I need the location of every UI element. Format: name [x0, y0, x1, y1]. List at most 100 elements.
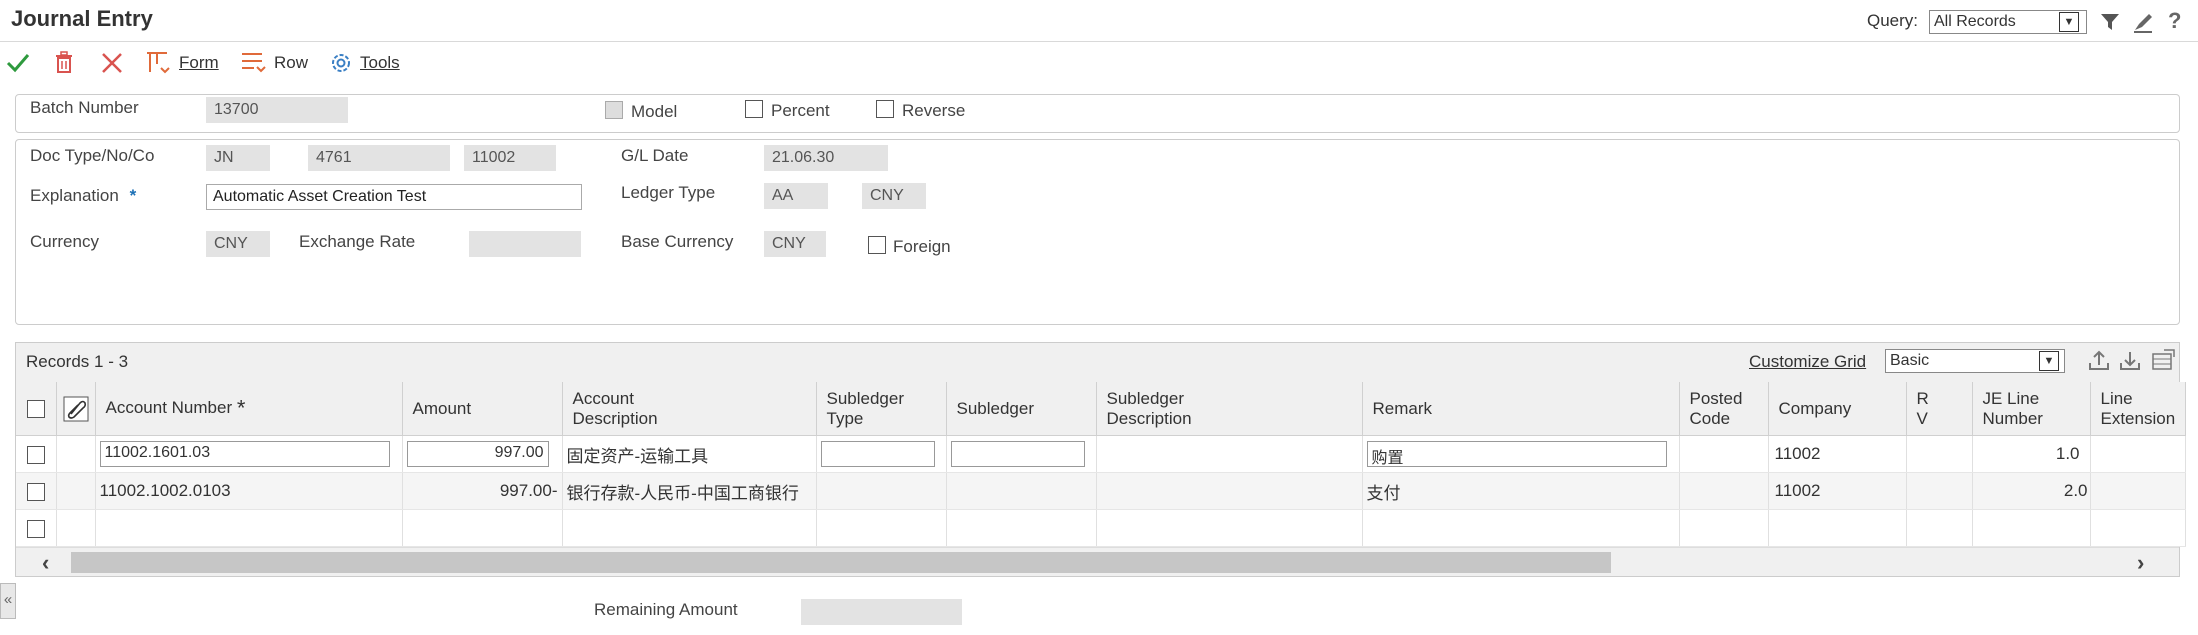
scroll-right-icon[interactable]: ›	[2137, 550, 2144, 576]
records-count: Records 1 - 3	[26, 352, 129, 371]
row-select-cell	[16, 472, 57, 510]
percent-checkbox[interactable]	[745, 100, 763, 118]
account-cell: 11002.1601.03	[95, 435, 403, 473]
col-company[interactable]: Company	[1768, 382, 1907, 436]
header-divider	[0, 41, 2198, 42]
col-je-line-number[interactable]: JE Line Number	[1972, 382, 2091, 436]
col-subledger-description[interactable]: Subledger Description	[1096, 382, 1363, 436]
explanation-input[interactable]: Automatic Asset Creation Test	[206, 184, 582, 210]
gear-icon	[332, 54, 350, 72]
table-row[interactable]: 11002.1002.0103 997.00- 银行存款-人民币-中国工商银行 …	[16, 472, 2187, 510]
exchange-rate-label: Exchange Rate	[299, 232, 416, 251]
account-cell: 11002.1002.0103	[95, 472, 403, 510]
col-label-line2: Code	[1689, 408, 1731, 428]
chevron-down-icon[interactable]: ▼	[2059, 12, 2079, 32]
foreign-checkbox[interactable]	[868, 236, 886, 254]
row-menu[interactable]: Row	[240, 50, 308, 76]
model-label: Model	[631, 102, 678, 121]
reverse-checkbox[interactable]	[876, 100, 894, 118]
col-label-line1: Account	[572, 388, 634, 408]
batch-number-field: 13700	[206, 97, 348, 123]
row-attachment-cell	[56, 509, 96, 547]
scroll-left-icon[interactable]: ‹	[42, 550, 49, 576]
query-value: All Records	[1934, 13, 2016, 30]
currency-label: Currency	[30, 232, 99, 251]
base-currency-field: CNY	[764, 231, 826, 257]
required-asterisk-icon: *	[129, 186, 137, 205]
delete-trash-icon[interactable]	[53, 50, 75, 74]
rv-cell	[1906, 472, 1973, 510]
grid-view-select[interactable]: Basic	[1885, 349, 2065, 373]
je-line-cell: 1.0	[1972, 435, 2091, 473]
tools-menu[interactable]: Tools	[328, 50, 400, 76]
grid-format-icon[interactable]	[2150, 348, 2176, 372]
attachment-icon[interactable]	[63, 396, 89, 422]
col-subledger[interactable]: Subledger	[946, 382, 1097, 436]
col-label-line1: Subledger	[1106, 388, 1185, 408]
subledger-description-cell	[1096, 509, 1363, 547]
account-description-cell	[562, 509, 817, 547]
col-remark[interactable]: Remark	[1362, 382, 1680, 436]
import-icon[interactable]	[2118, 349, 2142, 371]
subledger-input[interactable]	[950, 441, 1085, 467]
explanation-label-text: Explanation	[30, 186, 119, 205]
export-icon[interactable]	[2087, 349, 2111, 371]
company-cell: 11002	[1768, 435, 1907, 473]
cancel-x-icon[interactable]	[100, 51, 124, 75]
subledger-type-cell	[816, 472, 947, 510]
row-checkbox[interactable]	[26, 482, 45, 501]
je-line-cell: 2.0	[1972, 472, 2091, 510]
col-account-description[interactable]: Account Description	[562, 382, 817, 436]
col-account-number[interactable]: Account Number *	[95, 382, 403, 436]
remaining-amount-field	[801, 599, 962, 625]
collapse-panel-icon[interactable]: «	[0, 583, 16, 619]
subledger-cell	[946, 509, 1097, 547]
posted-code-cell	[1679, 472, 1769, 510]
account-input[interactable]: 11002.1601.03	[99, 441, 390, 467]
exchange-rate-field	[469, 231, 581, 257]
col-subledger-type[interactable]: Subledger Type	[816, 382, 947, 436]
col-label-line1: Posted	[1689, 388, 1743, 408]
doc-number-field: 4761	[308, 145, 450, 171]
subledger-type-input[interactable]	[820, 441, 935, 467]
line-extension-cell	[2090, 472, 2187, 510]
amount-input[interactable]: 997.00	[406, 441, 549, 467]
select-all-checkbox[interactable]	[26, 400, 45, 419]
row-label: Row	[274, 53, 309, 72]
col-account-number-label: Account Number	[105, 398, 233, 418]
col-label-line1: JE Line	[1982, 388, 2040, 408]
posted-code-cell	[1679, 435, 1769, 473]
remark-input[interactable]: 购置	[1366, 441, 1667, 467]
table-row[interactable]: 11002.1601.03 997.00 固定资产-运输工具 购置 11002 …	[16, 435, 2187, 473]
col-posted-code[interactable]: Posted Code	[1679, 382, 1769, 436]
scrollbar-thumb[interactable]	[71, 552, 1611, 573]
col-label-line1: R	[1916, 388, 1929, 408]
grid-view-chevron-icon[interactable]: ▼	[2039, 351, 2059, 371]
row-attachment-cell	[56, 472, 96, 510]
customize-grid-link[interactable]: Customize Grid	[1749, 352, 1866, 372]
filter-icon[interactable]	[2100, 12, 2120, 32]
select-all-cell	[16, 382, 57, 436]
amount-cell	[402, 509, 563, 547]
row-checkbox[interactable]	[26, 445, 45, 464]
help-icon[interactable]: ?	[2168, 8, 2181, 34]
personalize-icon[interactable]	[2132, 11, 2154, 33]
col-label-line1: Subledger	[826, 388, 905, 408]
col-amount[interactable]: Amount	[402, 382, 563, 436]
table-row[interactable]	[16, 509, 2187, 547]
col-label-line2: Description	[1106, 408, 1192, 428]
subledger-type-cell	[816, 435, 947, 473]
posted-code-cell	[1679, 509, 1769, 547]
col-line-extension[interactable]: Line Extension	[2090, 382, 2187, 436]
explanation-label: Explanation *	[30, 186, 136, 206]
ok-check-icon[interactable]	[6, 52, 30, 74]
line-extension-cell	[2090, 509, 2187, 547]
row-select-cell	[16, 509, 57, 547]
form-menu[interactable]: Form	[145, 50, 219, 76]
row-checkbox[interactable]	[26, 519, 45, 538]
col-rv[interactable]: R V	[1906, 382, 1973, 436]
gl-date-label: G/L Date	[621, 146, 689, 165]
row-select-cell	[16, 435, 57, 473]
reverse-label: Reverse	[902, 101, 966, 120]
query-label: Query:	[1867, 11, 1919, 30]
